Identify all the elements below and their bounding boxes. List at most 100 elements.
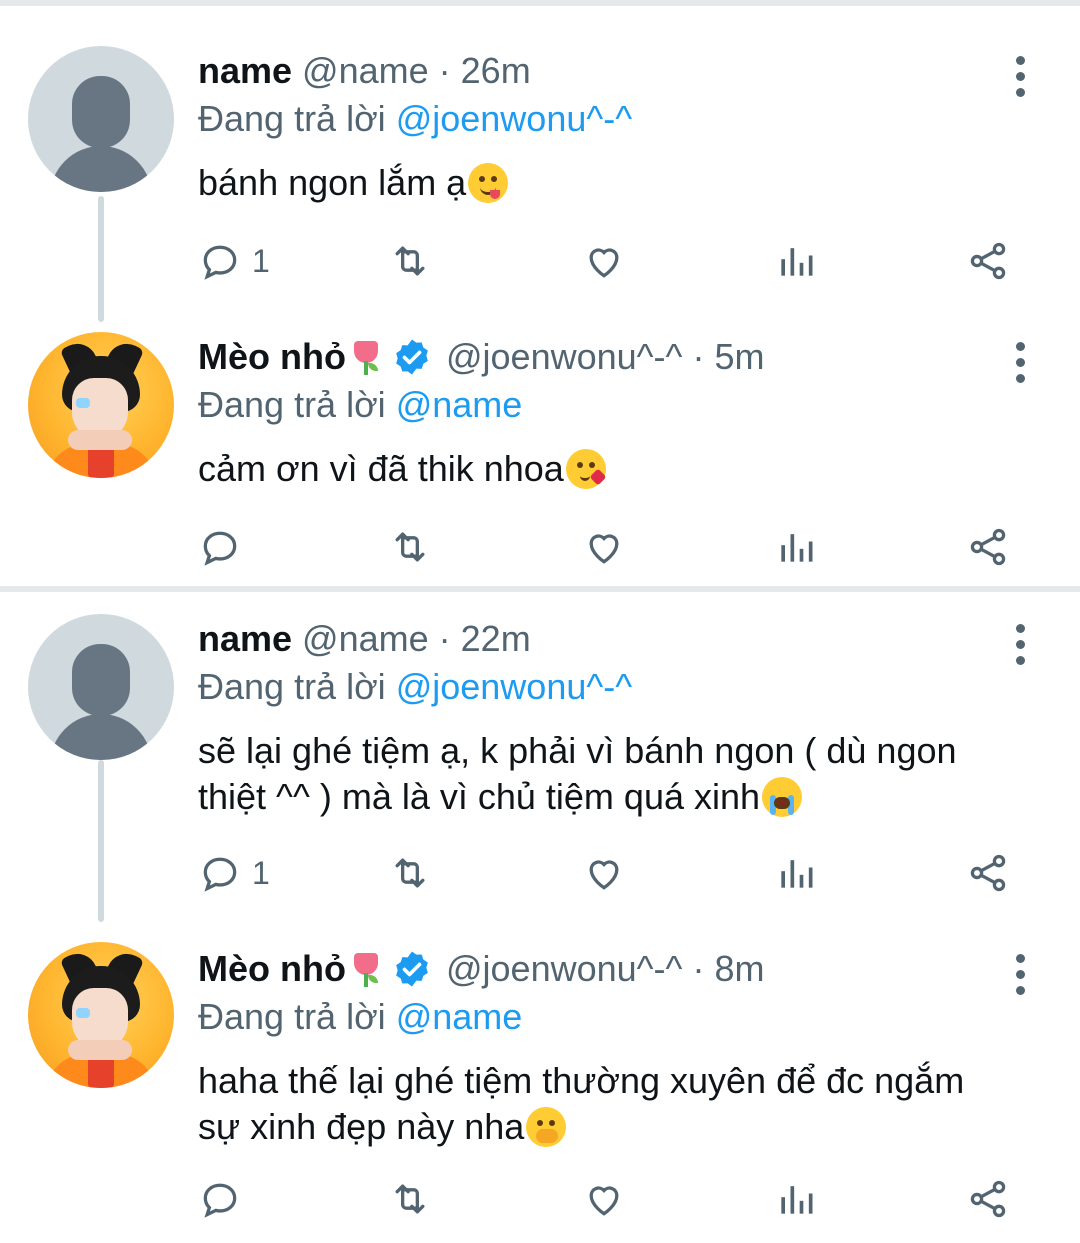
avatar-photo[interactable] <box>28 942 174 1088</box>
display-name[interactable]: Mèo nhỏ <box>198 334 346 380</box>
tweet-text-content: cảm ơn vì đã thik nhoa <box>198 448 564 489</box>
tweet[interactable]: name @name · 26m Đang trả lời @joenwonu^… <box>0 6 1080 316</box>
replying-to: Đang trả lời @name <box>198 382 1038 428</box>
tweet-header: Mèo nhỏ @joenwonu^-^ · 8m <box>198 946 1038 992</box>
retweet-button[interactable] <box>388 1174 432 1224</box>
tweet[interactable]: name @name · 22m Đang trả lời @joenwonu^… <box>0 592 1080 932</box>
analytics-button[interactable] <box>774 1174 818 1224</box>
reply-icon <box>203 857 237 892</box>
tweet-header: name @name · 26m <box>198 48 1038 94</box>
avatar-body-shape <box>50 146 152 192</box>
user-handle[interactable]: @joenwonu^-^ <box>446 946 682 992</box>
share-icon <box>970 528 1006 566</box>
reply-count: 1 <box>252 854 270 891</box>
analytics-icon <box>781 1186 813 1214</box>
avatar-body-shape <box>50 714 152 760</box>
reply-button[interactable] <box>198 522 252 572</box>
analytics-button[interactable] <box>774 848 818 898</box>
share-button[interactable] <box>966 848 1010 898</box>
reply-button[interactable]: 1 <box>198 236 270 286</box>
timestamp[interactable]: 5m <box>714 334 764 380</box>
like-button[interactable] <box>582 236 626 286</box>
tulip-emoji <box>348 337 382 377</box>
share-button[interactable] <box>966 1174 1010 1224</box>
mention-link[interactable]: @joenwonu^-^ <box>396 666 632 707</box>
like-icon <box>589 1186 619 1216</box>
share-icon <box>970 1180 1006 1218</box>
tweet-text-line-2-content: sự xinh đẹp này nha <box>198 1106 525 1147</box>
timestamp[interactable]: 22m <box>461 616 531 662</box>
share-button[interactable] <box>966 522 1010 572</box>
mention-link[interactable]: @name <box>396 996 523 1037</box>
analytics-icon <box>781 248 813 276</box>
verified-badge-icon <box>392 949 432 989</box>
share-button[interactable] <box>966 236 1010 286</box>
loudly-crying-face-emoji <box>762 777 803 817</box>
tweet-text-line-1: haha thế lại ghé tiệm thường xuyên để đc… <box>198 1060 965 1101</box>
separator-dot: · <box>692 336 705 377</box>
like-button[interactable] <box>582 522 626 572</box>
tulip-emoji <box>348 949 382 989</box>
analytics-icon <box>781 860 813 888</box>
like-icon <box>589 860 619 890</box>
replying-to-label: Đang trả lời <box>198 666 386 707</box>
mention-link[interactable]: @joenwonu^-^ <box>396 98 632 139</box>
analytics-icon <box>781 534 813 562</box>
like-button[interactable] <box>582 848 626 898</box>
display-name[interactable]: name <box>198 616 292 662</box>
avatar-photo[interactable] <box>28 332 174 478</box>
more-icon[interactable] <box>1004 54 1038 100</box>
retweet-icon <box>395 1184 425 1214</box>
tweet-text-line-1: sẽ lại ghé tiệm ạ, k phải vì bánh ngon (… <box>198 730 957 771</box>
tweet-text: sẽ lại ghé tiệm ạ, k phải vì bánh ngon (… <box>198 728 1038 820</box>
like-button[interactable] <box>582 1174 626 1224</box>
tweet-text-line-2-content: thiệt ^^ ) mà là vì chủ tiệm quá xinh <box>198 776 761 817</box>
like-icon <box>589 534 619 564</box>
separator-dot: · <box>438 618 451 659</box>
display-name[interactable]: Mèo nhỏ <box>198 946 346 992</box>
display-name[interactable]: name <box>198 48 292 94</box>
retweet-icon <box>395 858 425 888</box>
timestamp[interactable]: 26m <box>461 48 531 94</box>
replying-to: Đang trả lời @joenwonu^-^ <box>198 96 1038 142</box>
analytics-button[interactable] <box>774 236 818 286</box>
tweet-header: name @name · 22m <box>198 616 1038 662</box>
tweet-text-line-2: thiệt ^^ ) mà là vì chủ tiệm quá xinh <box>198 774 1038 820</box>
tweet[interactable]: Mèo nhỏ @joenwonu^-^ · 5m Đang trả lời @… <box>0 316 1080 586</box>
analytics-button[interactable] <box>774 522 818 572</box>
retweet-button[interactable] <box>388 848 432 898</box>
conversation-thread-1: name @name · 26m Đang trả lời @joenwonu^… <box>0 6 1080 586</box>
replying-to-label: Đang trả lời <box>198 98 386 139</box>
mention-link[interactable]: @name <box>396 384 523 425</box>
tweet-header: Mèo nhỏ @joenwonu^-^ · 5m <box>198 334 1038 380</box>
reply-button[interactable]: 1 <box>198 848 270 898</box>
avatar-head-shape <box>72 76 130 148</box>
retweet-icon <box>395 246 425 276</box>
separator-dot: · <box>692 948 705 989</box>
tweet-actions <box>198 522 1038 572</box>
verified-badge-icon <box>392 337 432 377</box>
replying-to: Đang trả lời @name <box>198 994 1038 1040</box>
tweet-actions <box>198 1174 1038 1224</box>
share-icon <box>970 854 1006 892</box>
user-handle[interactable]: @name <box>302 616 429 662</box>
user-handle[interactable]: @joenwonu^-^ <box>446 334 682 380</box>
tweet[interactable]: Mèo nhỏ @joenwonu^-^ · 8m Đang trả lời @… <box>0 932 1080 1243</box>
user-handle[interactable]: @name <box>302 48 429 94</box>
timestamp[interactable]: 8m <box>714 946 764 992</box>
reply-button[interactable] <box>198 1174 252 1224</box>
tweet-text-line-2: sự xinh đẹp này nha <box>198 1104 1038 1150</box>
reply-icon <box>203 1183 237 1218</box>
more-icon[interactable] <box>1004 340 1038 386</box>
more-icon[interactable] <box>1004 952 1038 998</box>
replying-to: Đang trả lời @joenwonu^-^ <box>198 664 1038 710</box>
retweet-button[interactable] <box>388 236 432 286</box>
avatar-default[interactable] <box>28 614 174 760</box>
avatar-default[interactable] <box>28 46 174 192</box>
tweet-actions: 1 <box>198 848 1038 898</box>
conversation-thread-2: name @name · 22m Đang trả lời @joenwonu^… <box>0 592 1080 1243</box>
retweet-button[interactable] <box>388 522 432 572</box>
more-icon[interactable] <box>1004 622 1038 668</box>
tweet-actions: 1 <box>198 236 1038 286</box>
tweet-text: haha thế lại ghé tiệm thường xuyên để đc… <box>198 1058 1038 1150</box>
